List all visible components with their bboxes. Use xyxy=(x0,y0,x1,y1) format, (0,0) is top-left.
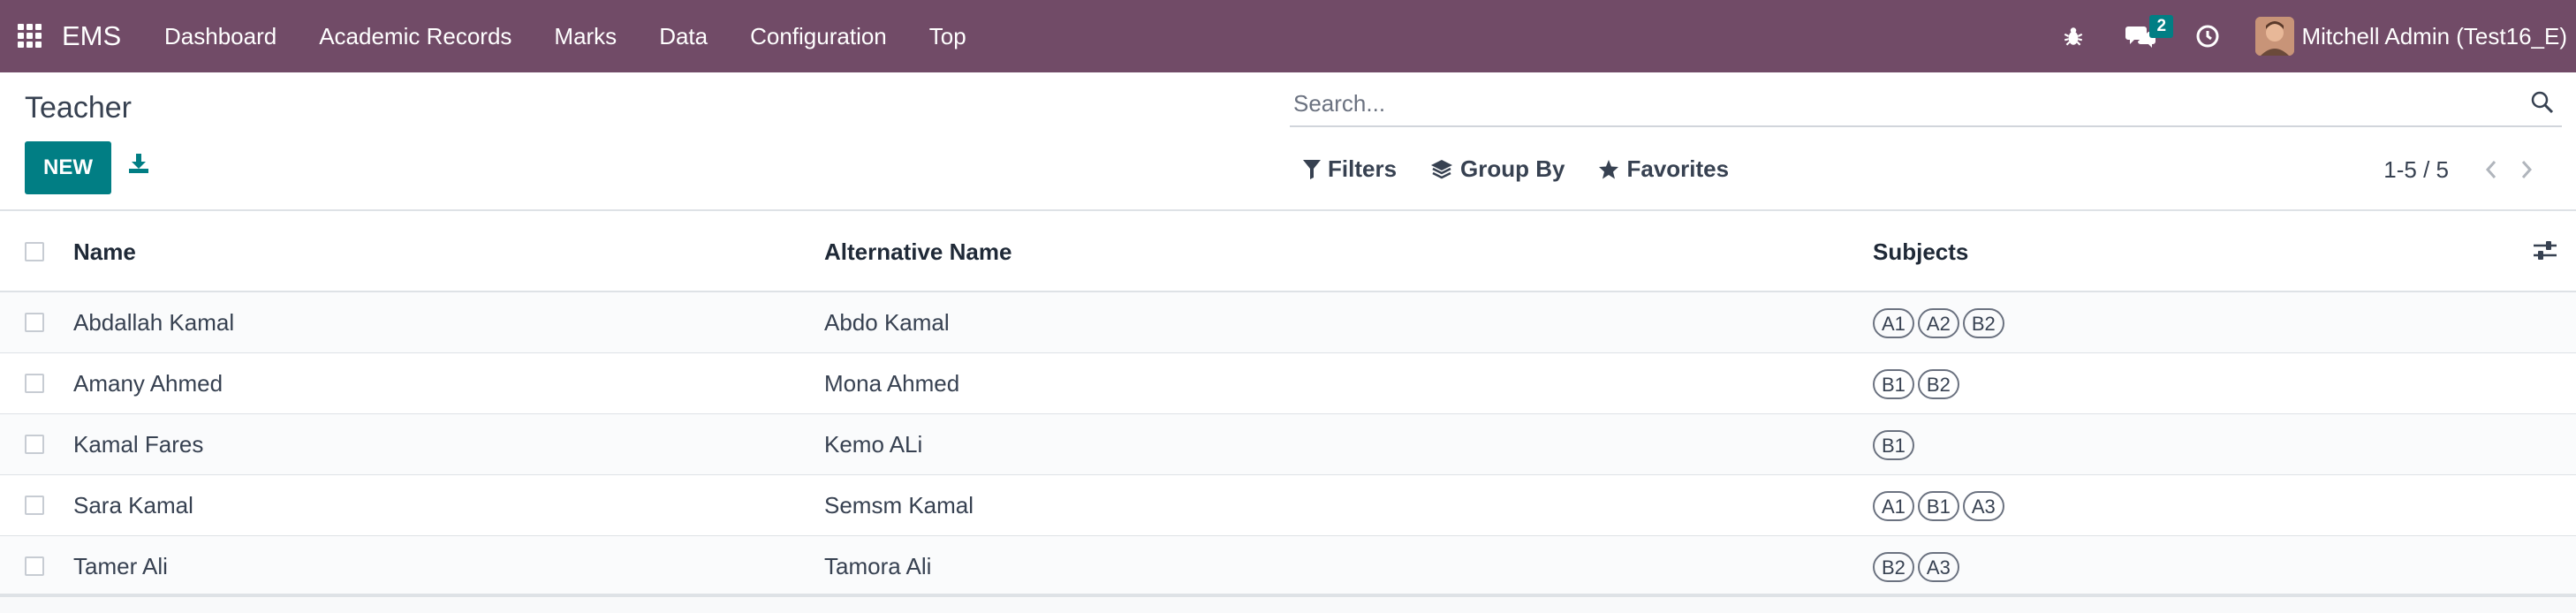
row-checkbox[interactable] xyxy=(25,313,44,332)
chevron-right-icon[interactable] xyxy=(2512,154,2541,185)
avatar xyxy=(2255,17,2295,56)
user-name: Mitchell Admin (Test16_E) xyxy=(2301,22,2567,49)
column-header-name[interactable]: Name xyxy=(73,211,136,292)
table-body: Abdallah Kamal Abdo Kamal A1 A2 B2 Amany… xyxy=(0,292,2576,597)
favorites-label: Favorites xyxy=(1626,155,1730,182)
page-title: Teacher xyxy=(25,91,132,125)
subject-tag: A2 xyxy=(1917,307,1959,338)
bug-icon[interactable] xyxy=(2056,19,2091,54)
cell-name: Sara Kamal xyxy=(73,492,193,518)
optional-columns-icon[interactable] xyxy=(2532,238,2560,266)
menu-item-configuration[interactable]: Configuration xyxy=(729,0,908,72)
top-navbar: EMS Dashboard Academic Records Marks Dat… xyxy=(0,0,2576,72)
new-button[interactable]: NEW xyxy=(25,141,111,194)
subject-tag: A3 xyxy=(1962,490,2004,521)
systray: 2 Mitchell Admin (Test16_E) xyxy=(2040,0,2576,72)
group-by-toggle[interactable]: Group By xyxy=(1430,155,1565,183)
menu-item-academic-records[interactable]: Academic Records xyxy=(298,0,533,72)
cell-name: Amany Ahmed xyxy=(73,370,224,397)
table-row[interactable]: Tamer Ali Tamora Ali B2 A3 xyxy=(0,536,2576,597)
subject-tag: B1 xyxy=(1873,368,1914,399)
menu-item-marks[interactable]: Marks xyxy=(533,0,638,72)
cell-alternative-name: Abdo Kamal xyxy=(824,309,950,336)
subject-tag: A1 xyxy=(1873,307,1914,338)
table-divider xyxy=(0,594,2576,596)
cell-subjects: A1 B1 A3 xyxy=(1873,475,2008,536)
menu-item-dashboard[interactable]: Dashboard xyxy=(143,0,298,72)
filter-icon xyxy=(1303,159,1321,179)
search-options: Filters Group By Favorites xyxy=(1303,155,1762,183)
clock-icon[interactable] xyxy=(2190,19,2225,54)
table-row[interactable]: Sara Kamal Semsm Kamal A1 B1 A3 xyxy=(0,475,2576,536)
chevron-left-icon[interactable] xyxy=(2477,154,2505,185)
cell-name: Tamer Ali xyxy=(73,553,168,579)
control-panel: Teacher NEW Search... Filters Group By F… xyxy=(0,72,2576,211)
subject-tag: B2 xyxy=(1873,551,1914,582)
row-checkbox[interactable] xyxy=(25,435,44,454)
subject-tag: B1 xyxy=(1873,429,1914,460)
filters-label: Filters xyxy=(1328,155,1398,182)
subject-tag: B1 xyxy=(1917,490,1959,521)
subject-tag: B2 xyxy=(1962,307,2004,338)
menu-item-top[interactable]: Top xyxy=(908,0,988,72)
group-by-label: Group By xyxy=(1460,155,1565,182)
search-icon[interactable] xyxy=(2530,90,2557,117)
list-table: Name Alternative Name Subjects Abdallah … xyxy=(0,211,2576,597)
cell-subjects: B1 xyxy=(1873,414,1918,475)
layers-icon xyxy=(1431,159,1453,178)
row-checkbox[interactable] xyxy=(25,496,44,515)
star-icon xyxy=(1599,159,1619,178)
table-header: Name Alternative Name Subjects xyxy=(0,211,2576,292)
favorites-toggle[interactable]: Favorites xyxy=(1598,155,1729,183)
download-icon[interactable] xyxy=(127,152,157,182)
apps-grid-icon[interactable] xyxy=(18,24,42,49)
cell-name: Abdallah Kamal xyxy=(73,309,235,336)
table-row[interactable]: Amany Ahmed Mona Ahmed B1 B2 xyxy=(0,353,2576,414)
row-checkbox[interactable] xyxy=(25,374,44,393)
cell-alternative-name: Mona Ahmed xyxy=(824,370,960,397)
cell-name: Kamal Fares xyxy=(73,431,204,458)
menu-item-data[interactable]: Data xyxy=(638,0,729,72)
search-input[interactable]: Search... xyxy=(1293,88,1385,118)
select-all-checkbox[interactable] xyxy=(25,242,44,261)
subject-tag: B2 xyxy=(1917,368,1959,399)
app-brand[interactable]: EMS xyxy=(62,19,121,53)
column-header-subjects[interactable]: Subjects xyxy=(1873,211,1968,292)
cell-subjects: B1 B2 xyxy=(1873,353,1963,414)
row-checkbox[interactable] xyxy=(25,556,44,576)
table-row[interactable]: Kamal Fares Kemo ALi B1 xyxy=(0,414,2576,475)
message-count-badge: 2 xyxy=(2149,15,2174,38)
filters-toggle[interactable]: Filters xyxy=(1303,155,1397,183)
table-row[interactable]: Abdallah Kamal Abdo Kamal A1 A2 B2 xyxy=(0,292,2576,353)
cell-subjects: B2 A3 xyxy=(1873,536,1963,597)
column-header-alternative-name[interactable]: Alternative Name xyxy=(824,211,1011,292)
cell-alternative-name: Kemo ALi xyxy=(824,431,923,458)
subject-tag: A1 xyxy=(1873,490,1914,521)
pager: 1-5 / 5 xyxy=(2383,154,2541,185)
search-bar[interactable]: Search... xyxy=(1290,81,2562,127)
pager-value[interactable]: 1-5 / 5 xyxy=(2383,156,2449,184)
subject-tag: A3 xyxy=(1917,551,1959,582)
cell-alternative-name: Tamora Ali xyxy=(824,553,932,579)
cell-alternative-name: Semsm Kamal xyxy=(824,492,974,518)
main-menu: Dashboard Academic Records Marks Data Co… xyxy=(143,0,988,72)
user-menu[interactable]: Mitchell Admin (Test16_E) xyxy=(2255,17,2567,56)
chat-icon[interactable]: 2 xyxy=(2123,15,2174,54)
cell-subjects: A1 A2 B2 xyxy=(1873,292,2008,353)
